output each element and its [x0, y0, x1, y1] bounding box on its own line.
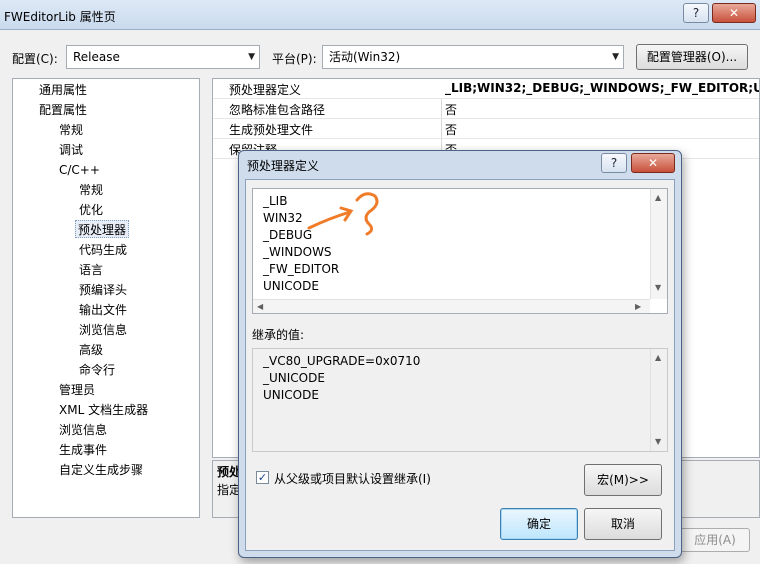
platform-label: 平台(P): [272, 52, 317, 66]
config-manager-button[interactable]: 配置管理器(O)... [636, 44, 748, 70]
ok-button[interactable]: 确定 [500, 508, 578, 540]
tree-item-preprocessor[interactable]: 预处理器 [75, 220, 130, 238]
inherited-values-label: 继承的值: [252, 328, 305, 342]
property-value[interactable]: _LIB;WIN32;_DEBUG;_WINDOWS;_FW_EDITOR;UN… [445, 81, 759, 95]
scroll-down-icon[interactable]: ▼ [655, 283, 661, 292]
tree-item-manager[interactable]: 管理员 [59, 381, 95, 399]
tree-item-output-files[interactable]: 输出文件 [79, 301, 127, 319]
tree-item-build-events[interactable]: 生成事件 [59, 441, 107, 459]
property-name: 生成预处理文件 [229, 123, 314, 137]
chevron-down-icon: ▼ [612, 52, 619, 62]
cancel-button[interactable]: 取消 [584, 508, 662, 540]
config-value: Release [73, 50, 120, 64]
tree-item-optimization[interactable]: 优化 [79, 201, 103, 219]
scroll-left-icon[interactable]: ◀ [257, 302, 263, 311]
dialog-help-button[interactable]: ? [601, 153, 627, 173]
window-title: FWEditorLib 属性页 [4, 10, 116, 24]
definition-line: WIN32 [263, 211, 303, 225]
apply-button[interactable]: 应用(A) [680, 528, 750, 552]
tree-item-browse-info[interactable]: 浏览信息 [79, 321, 127, 339]
definition-line: UNICODE [263, 279, 319, 293]
tree-item-general[interactable]: 常规 [59, 121, 83, 139]
tree-item-cpp[interactable]: C/C++ [59, 161, 100, 179]
scroll-up-icon[interactable]: ▲ [655, 193, 661, 202]
inherit-checkbox[interactable]: ✓ [256, 471, 269, 484]
scroll-up-icon[interactable]: ▲ [655, 353, 661, 362]
annotation-scribble [307, 192, 379, 236]
tree-item-browse-info-2[interactable]: 浏览信息 [59, 421, 107, 439]
inherited-value-line: _UNICODE [263, 371, 325, 385]
scroll-right-icon[interactable]: ▶ [635, 302, 641, 311]
inherited-value-line: _VC80_UPGRADE=0x0710 [263, 354, 421, 368]
definition-line: _LIB [263, 194, 288, 208]
vertical-scrollbar[interactable]: ▲ ▼ [650, 189, 667, 299]
property-name: 预处理器定义 [229, 83, 302, 97]
tree-item-precompiled-headers[interactable]: 预编译头 [79, 281, 127, 299]
macro-button[interactable]: 宏(M)>> [584, 464, 662, 496]
category-tree[interactable]: 通用属性 配置属性 常规 调试 C/C++ 常规 优化 预处理器 代码生成 语言… [12, 78, 200, 518]
inherited-values-box: _VC80_UPGRADE=0x0710 _UNICODE UNICODE ▲ … [252, 348, 668, 452]
tree-item-debugging[interactable]: 调试 [59, 141, 83, 159]
property-value[interactable]: 否 [445, 121, 457, 138]
horizontal-scrollbar[interactable]: ◀ ▶ [253, 299, 650, 313]
dialog-title: 预处理器定义 [247, 159, 320, 173]
scroll-down-icon[interactable]: ▼ [655, 437, 661, 446]
config-label: 配置(C): [12, 52, 58, 66]
tree-item-custom-build-step[interactable]: 自定义生成步骤 [59, 461, 143, 479]
window-titlebar: FWEditorLib 属性页 ? ✕ [0, 0, 760, 30]
platform-value: 活动(Win32) [329, 50, 401, 64]
close-button[interactable]: ✕ [712, 3, 756, 23]
help-button[interactable]: ? [683, 3, 709, 23]
tree-item-code-generation[interactable]: 代码生成 [79, 241, 127, 259]
grid-row[interactable]: 生成预处理文件 否 [213, 119, 759, 139]
annotation-question-mark [355, 192, 379, 236]
tree-item-cpp-general[interactable]: 常规 [79, 181, 103, 199]
definition-line: _WINDOWS [263, 245, 332, 259]
tree-item-common-properties[interactable]: 通用属性 [39, 81, 87, 99]
grid-row[interactable]: 预处理器定义 _LIB;WIN32;_DEBUG;_WINDOWS;_FW_ED… [213, 79, 759, 99]
tree-item-config-properties[interactable]: 配置属性 [39, 101, 87, 119]
definition-line: _FW_EDITOR [263, 262, 340, 276]
property-value[interactable]: 否 [445, 101, 457, 118]
tree-item-language[interactable]: 语言 [79, 261, 103, 279]
platform-select[interactable]: 活动(Win32) ▼ [322, 45, 624, 69]
vertical-scrollbar[interactable]: ▲ ▼ [650, 349, 667, 451]
tree-item-advanced[interactable]: 高级 [79, 341, 103, 359]
tree-item-command-line[interactable]: 命令行 [79, 361, 115, 379]
chevron-down-icon: ▼ [248, 52, 255, 62]
dialog-close-button[interactable]: ✕ [631, 153, 675, 173]
inherit-checkbox-label[interactable]: 从父级或项目默认设置继承(I) [274, 470, 431, 487]
inherited-value-line: UNICODE [263, 388, 319, 402]
property-name: 忽略标准包含路径 [229, 103, 326, 117]
config-select[interactable]: Release ▼ [66, 45, 260, 69]
grid-row[interactable]: 忽略标准包含路径 否 [213, 99, 759, 119]
tree-item-xml-doc-generator[interactable]: XML 文档生成器 [59, 401, 148, 419]
